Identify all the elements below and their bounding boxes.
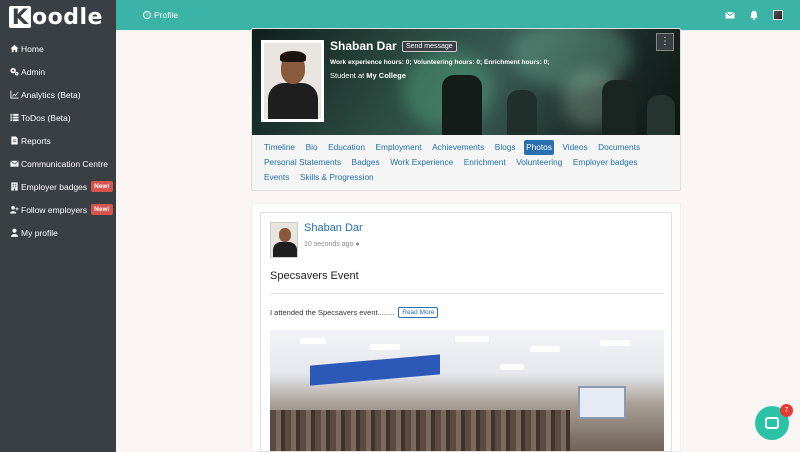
home-icon [9,44,19,53]
profile-card: Shaban Dar Send message Work experience … [251,28,681,191]
sidebar-item-label: Reports [21,135,51,146]
chat-launcher-button[interactable]: 7 [755,404,793,440]
tab-events[interactable]: Events [262,170,291,185]
post-author-name[interactable]: Shaban Dar [304,222,363,234]
info-icon: i [143,11,151,19]
tab-timeline[interactable]: Timeline [262,140,297,155]
tab-employment[interactable]: Employment [374,140,424,155]
tab-skills-progression[interactable]: Skills & Progression [298,170,376,185]
new-badge: New! [91,204,113,215]
user-plus-icon [9,205,19,214]
tab-bio[interactable]: Bio [304,140,320,155]
logo-text: oodle [32,4,103,30]
post-body: I attended the Specsavers event........ … [270,307,439,318]
tab-personal-statements[interactable]: Personal Statements [262,155,343,170]
post-author-avatar[interactable] [270,222,298,258]
file-icon [9,136,19,145]
sidebar-item-admin[interactable]: Admin [0,60,116,83]
kloodle-logo[interactable]: K oodle [0,0,116,34]
sidebar-item-analytics[interactable]: Analytics (Beta) [0,83,116,106]
tab-blogs[interactable]: Blogs [493,140,518,155]
list-icon [9,113,19,122]
cover-image: Shaban Dar Send message Work experience … [252,29,680,135]
logo-k: K [9,6,31,28]
post-text: I attended the Specsavers event........ [270,308,395,317]
chat-notification-badge: 7 [780,404,793,417]
breadcrumb-label: Profile [154,10,179,20]
chart-icon [9,90,19,99]
new-badge: New! [91,181,113,192]
sidebar-item-follow-employers[interactable]: Follow employers New! [0,198,116,221]
tab-documents[interactable]: Documents [596,140,642,155]
hours-summary: Work experience hours: 0; Volunteering h… [330,59,550,66]
sidebar-item-label: Analytics (Beta) [21,89,81,100]
user-avatar[interactable] [773,10,783,20]
envelope-icon[interactable] [725,10,735,20]
sidebar: K oodle Home Admin Analytics (Beta) ToDo… [0,0,116,452]
building-icon [9,182,19,191]
more-options-icon[interactable]: ⋮ [656,33,674,51]
sidebar-item-my-profile[interactable]: My profile [0,221,116,244]
tab-photos[interactable]: Photos [524,140,554,155]
user-icon [9,228,19,237]
post-timestamp: 10 seconds ago ● [304,241,360,248]
send-message-button[interactable]: Send message [402,41,457,52]
sidebar-item-todos[interactable]: ToDos (Beta) [0,106,116,129]
student-info: Student at My College [330,71,406,80]
sidebar-item-label: My profile [21,227,58,238]
divider [270,293,664,294]
student-prefix: Student at [330,71,367,80]
sidebar-nav: Home Admin Analytics (Beta) ToDos (Beta)… [0,37,116,244]
post-time-text: 10 seconds ago [304,241,354,248]
sidebar-item-reports[interactable]: Reports [0,129,116,152]
post-card: Shaban Dar 10 seconds ago ● Specsavers E… [260,212,672,452]
tab-videos[interactable]: Videos [560,140,589,155]
bell-icon[interactable] [749,10,759,20]
profile-tabs: Timeline Bio Education Employment Achiev… [262,140,662,185]
sidebar-item-home[interactable]: Home [0,37,116,60]
chat-icon [765,417,779,429]
tab-employer-badges[interactable]: Employer badges [571,155,640,170]
post-photo[interactable] [270,330,664,451]
profile-photo [261,40,324,122]
globe-icon: ● [355,241,360,248]
sidebar-item-label: ToDos (Beta) [21,112,71,123]
top-icons [725,0,800,30]
top-bar: i Profile [116,0,800,30]
post-container: Shaban Dar 10 seconds ago ● Specsavers E… [251,203,681,452]
envelope-icon [9,159,19,168]
tab-achievements[interactable]: Achievements [430,140,486,155]
profile-name: Shaban Dar [330,39,397,53]
read-more-button[interactable]: Read More [398,307,439,318]
tab-badges[interactable]: Badges [350,155,382,170]
sidebar-item-employer-badges[interactable]: Employer badges New! [0,175,116,198]
tab-enrichment[interactable]: Enrichment [462,155,508,170]
projector-screen [578,386,626,419]
sidebar-item-label: Follow employers [21,204,88,215]
sidebar-item-label: Employer badges [21,181,88,192]
sidebar-item-label: Communication Centre [21,158,108,169]
sidebar-item-label: Home [21,43,44,54]
tab-volunteering[interactable]: Volunteering [514,155,564,170]
tab-education[interactable]: Education [326,140,367,155]
cogs-icon [9,67,19,76]
breadcrumb[interactable]: i Profile [143,10,178,20]
sidebar-item-communication-centre[interactable]: Communication Centre [0,152,116,175]
sidebar-item-label: Admin [21,66,46,77]
college-link[interactable]: My College [366,71,406,80]
tab-work-experience[interactable]: Work Experience [388,155,455,170]
post-title: Specsavers Event [270,270,359,282]
